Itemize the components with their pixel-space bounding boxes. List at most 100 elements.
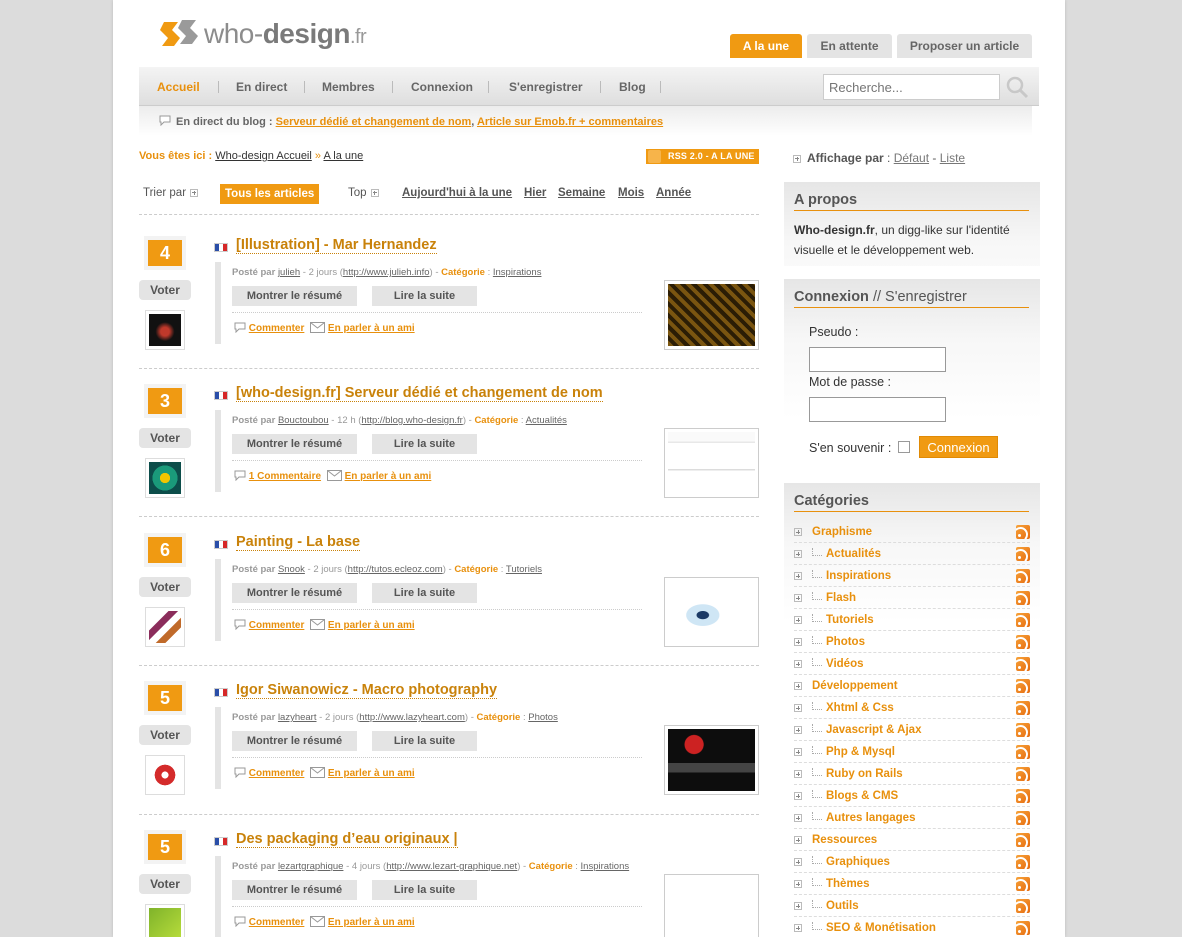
- source-url-link[interactable]: http://tutos.ecleoz.com: [348, 564, 443, 575]
- vote-button[interactable]: Voter: [139, 428, 191, 448]
- vote-button[interactable]: Voter: [139, 280, 191, 300]
- rss-icon[interactable]: [1016, 525, 1030, 539]
- category-item[interactable]: Photos: [794, 631, 1030, 653]
- article-thumbnail[interactable]: [664, 280, 759, 350]
- category-name[interactable]: Graphiques: [826, 856, 890, 868]
- share-link[interactable]: En parler à un ami: [345, 471, 432, 482]
- nav-item-membres[interactable]: Membres: [322, 67, 375, 106]
- rss-icon[interactable]: [1016, 701, 1030, 715]
- pseudo-input[interactable]: [809, 347, 946, 372]
- read-more-button[interactable]: Lire la suite: [372, 880, 477, 900]
- source-url-link[interactable]: http://www.lezart-graphique.net: [386, 861, 517, 872]
- article-thumbnail[interactable]: [664, 577, 759, 647]
- read-more-button[interactable]: Lire la suite: [372, 583, 477, 603]
- source-url-link[interactable]: http://www.lazyheart.com: [359, 712, 465, 723]
- rss-icon[interactable]: [1016, 679, 1030, 693]
- article-title-link[interactable]: [who-design.fr] Serveur dédié et changem…: [236, 385, 603, 402]
- remember-checkbox[interactable]: [898, 441, 910, 453]
- category-name[interactable]: Ressources: [812, 834, 877, 846]
- comment-link[interactable]: 1 Commentaire: [249, 471, 321, 482]
- nav-item-blog[interactable]: Blog: [619, 67, 646, 106]
- article-title-link[interactable]: [Illustration] - Mar Hernandez: [236, 237, 437, 254]
- live-link-emob[interactable]: Article sur Emob.fr + commentaires: [477, 116, 663, 128]
- rss-icon[interactable]: [1016, 833, 1030, 847]
- rss-icon[interactable]: [1016, 591, 1030, 605]
- password-input[interactable]: [809, 397, 946, 422]
- category-name[interactable]: Actualités: [826, 548, 881, 560]
- avatar[interactable]: [145, 607, 185, 647]
- show-summary-button[interactable]: Montrer le résumé: [232, 583, 357, 603]
- category-item[interactable]: Inspirations: [794, 565, 1030, 587]
- category-name[interactable]: Thèmes: [826, 878, 869, 890]
- category-name[interactable]: Photos: [826, 636, 865, 648]
- category-link[interactable]: Photos: [528, 712, 558, 723]
- rss-icon[interactable]: [1016, 789, 1030, 803]
- share-link[interactable]: En parler à un ami: [328, 768, 415, 779]
- live-link-serveur[interactable]: Serveur dédié et changement de nom: [276, 116, 472, 128]
- category-name[interactable]: Flash: [826, 592, 856, 604]
- rss-icon[interactable]: [1016, 767, 1030, 781]
- sort-option-mois[interactable]: Mois: [618, 187, 644, 199]
- category-item[interactable]: Outils: [794, 895, 1030, 917]
- read-more-button[interactable]: Lire la suite: [372, 434, 477, 454]
- author-link[interactable]: lezartgraphique: [278, 861, 344, 872]
- category-name[interactable]: Outils: [826, 900, 859, 912]
- category-item[interactable]: Tutoriels: [794, 609, 1030, 631]
- comment-link[interactable]: Commenter: [249, 768, 305, 779]
- login-title[interactable]: Connexion: [794, 289, 869, 305]
- article-thumbnail[interactable]: [664, 725, 759, 795]
- article-thumbnail[interactable]: [664, 428, 759, 498]
- sort-option-annee[interactable]: Année: [656, 187, 691, 199]
- nav-item-senregistrer[interactable]: S'enregistrer: [509, 67, 583, 106]
- sort-all-articles[interactable]: Tous les articles: [220, 184, 320, 204]
- rss-icon[interactable]: [1016, 899, 1030, 913]
- share-link[interactable]: En parler à un ami: [328, 620, 415, 631]
- tab-a-la-une[interactable]: A la une: [730, 34, 802, 58]
- category-name[interactable]: Php & Mysql: [826, 746, 895, 758]
- author-link[interactable]: lazyheart: [278, 712, 317, 723]
- article-title-link[interactable]: Igor Siwanowicz - Macro photography: [236, 682, 498, 699]
- article-title-link[interactable]: Des packaging d’eau originaux |: [236, 831, 458, 848]
- rss-icon[interactable]: [1016, 635, 1030, 649]
- category-link[interactable]: Inspirations: [493, 267, 542, 278]
- nav-item-en-direct[interactable]: En direct: [236, 67, 287, 106]
- avatar[interactable]: [145, 755, 185, 795]
- source-url-link[interactable]: http://www.julieh.info: [343, 267, 430, 278]
- category-name[interactable]: Javascript & Ajax: [826, 724, 921, 736]
- category-item[interactable]: Ruby on Rails: [794, 763, 1030, 785]
- category-item[interactable]: Javascript & Ajax: [794, 719, 1030, 741]
- category-name[interactable]: Graphisme: [812, 526, 872, 538]
- comment-link[interactable]: Commenter: [249, 323, 305, 334]
- category-name[interactable]: Xhtml & Css: [826, 702, 894, 714]
- category-item[interactable]: Thèmes: [794, 873, 1030, 895]
- article-title-link[interactable]: Painting - La base: [236, 534, 361, 551]
- category-name[interactable]: Tutoriels: [826, 614, 874, 626]
- avatar[interactable]: [145, 310, 185, 350]
- vote-button[interactable]: Voter: [139, 725, 191, 745]
- author-link[interactable]: julieh: [278, 267, 300, 278]
- register-link[interactable]: S'enregistrer: [885, 289, 967, 305]
- tab-en-attente[interactable]: En attente: [807, 34, 892, 58]
- category-link[interactable]: Actualités: [526, 415, 567, 426]
- category-name[interactable]: Vidéos: [826, 658, 864, 670]
- show-summary-button[interactable]: Montrer le résumé: [232, 434, 357, 454]
- show-summary-button[interactable]: Montrer le résumé: [232, 286, 357, 306]
- category-name[interactable]: Ruby on Rails: [826, 768, 903, 780]
- nav-item-accueil[interactable]: Accueil: [157, 67, 200, 106]
- category-name[interactable]: SEO & Monétisation: [826, 922, 936, 934]
- category-item[interactable]: Blogs & CMS: [794, 785, 1030, 807]
- vote-button[interactable]: Voter: [139, 577, 191, 597]
- category-item[interactable]: Vidéos: [794, 653, 1030, 675]
- rss-icon[interactable]: [1016, 613, 1030, 627]
- site-logo[interactable]: who-design.fr: [160, 14, 367, 54]
- article-thumbnail[interactable]: [664, 874, 759, 937]
- rss-icon[interactable]: [1016, 921, 1030, 935]
- rss-icon[interactable]: [1016, 745, 1030, 759]
- author-link[interactable]: Bouctoubou: [278, 415, 329, 426]
- show-summary-button[interactable]: Montrer le résumé: [232, 731, 357, 751]
- rss-icon[interactable]: [1016, 569, 1030, 583]
- category-item[interactable]: Développement: [794, 675, 1030, 697]
- sort-option-hier[interactable]: Hier: [524, 187, 546, 199]
- share-link[interactable]: En parler à un ami: [328, 323, 415, 334]
- show-summary-button[interactable]: Montrer le résumé: [232, 880, 357, 900]
